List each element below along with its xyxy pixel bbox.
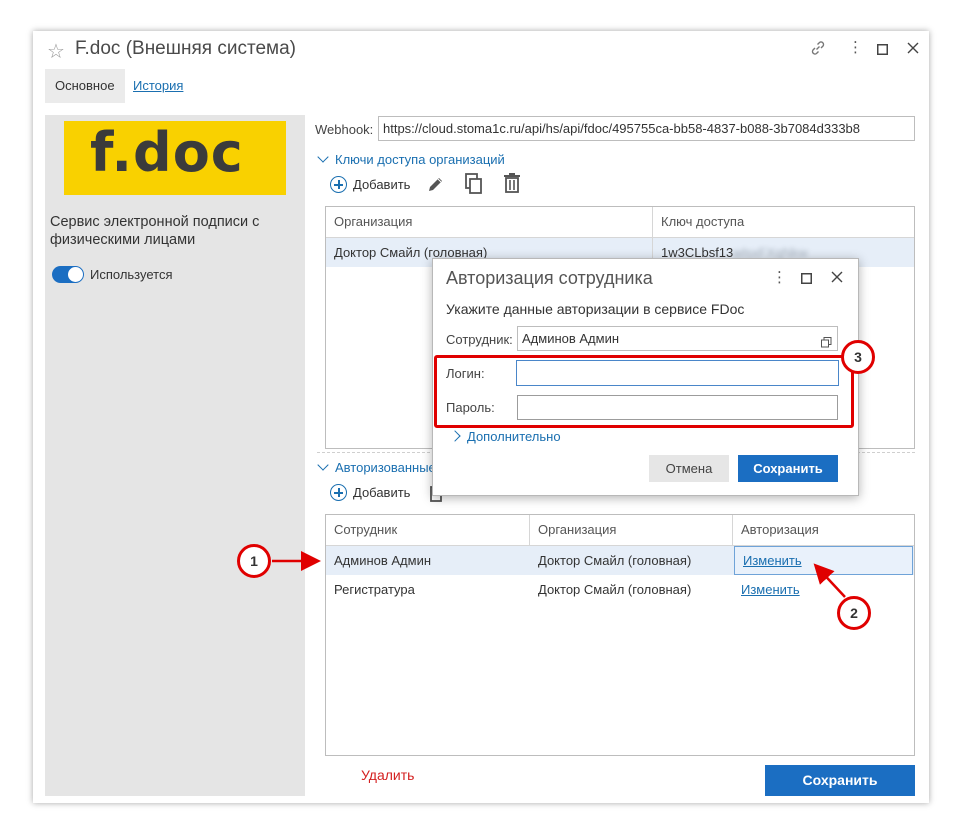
- annotation-badge-1: 1: [237, 544, 271, 578]
- annotation-badge-3: 3: [841, 340, 875, 374]
- annotation-badge-2: 2: [837, 596, 871, 630]
- arrow-2: [813, 563, 846, 598]
- annotation-arrows: [272, 551, 846, 598]
